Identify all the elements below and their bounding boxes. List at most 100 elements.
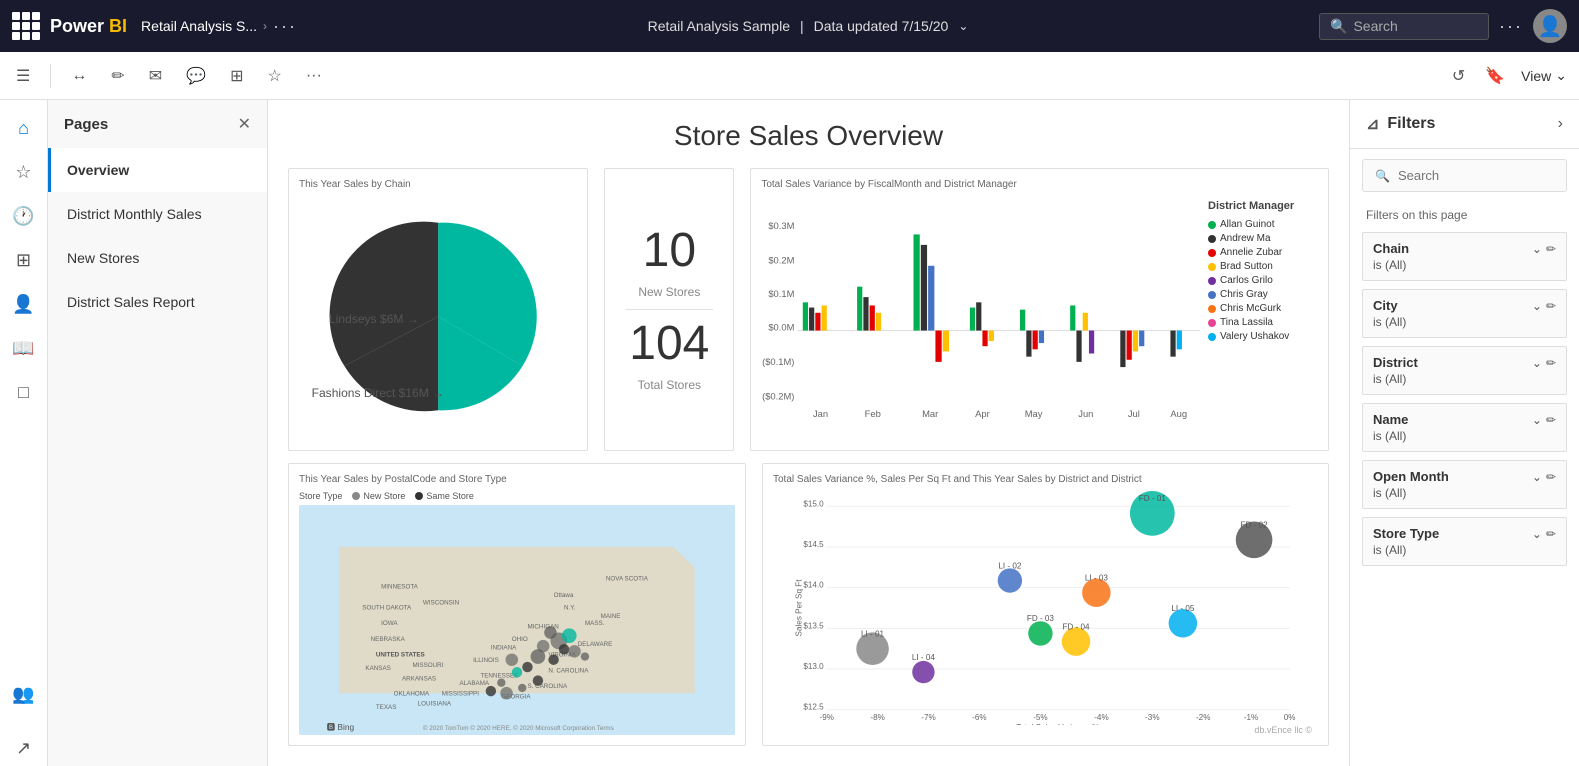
home-icon[interactable]: ⌂: [6, 110, 42, 146]
filter-open-month-clear[interactable]: ✏: [1546, 470, 1556, 484]
svg-text:$14.0: $14.0: [803, 581, 824, 590]
bar-chart-card[interactable]: Total Sales Variance by FiscalMonth and …: [750, 168, 1329, 451]
breadcrumb-more[interactable]: ···: [273, 16, 297, 37]
legend-dot-7: [1208, 319, 1216, 327]
svg-text:NEBRASKA: NEBRASKA: [371, 636, 406, 643]
legend-dot-4: [1208, 277, 1216, 285]
pie-chart-card[interactable]: This Year Sales by Chain Lindseys $6M → …: [288, 168, 588, 451]
back-icon[interactable]: ↔: [67, 63, 91, 89]
filter-open-month[interactable]: Open Month ⌄ ✏ is (All): [1362, 460, 1567, 509]
filter-district-actions: ⌄ ✏: [1532, 356, 1556, 370]
svg-text:$0.0M: $0.0M: [769, 322, 795, 333]
topbar-more-button[interactable]: ···: [1499, 16, 1523, 37]
filter-store-type-actions: ⌄ ✏: [1532, 527, 1556, 541]
undo-icon[interactable]: ↺: [1448, 62, 1469, 90]
recent-icon[interactable]: 🕐: [6, 198, 42, 234]
filters-section-title: Filters on this page: [1350, 202, 1579, 228]
filter-store-type[interactable]: Store Type ⌄ ✏ is (All): [1362, 517, 1567, 566]
filters-expand-icon[interactable]: ›: [1558, 115, 1563, 133]
search-input[interactable]: [1353, 18, 1473, 34]
bookmark-icon[interactable]: 🔖: [1481, 62, 1509, 90]
filter-open-month-name: Open Month: [1373, 469, 1449, 484]
svg-text:-2%: -2%: [1196, 713, 1210, 722]
svg-text:Aug: Aug: [1171, 408, 1188, 419]
data-updated-chevron[interactable]: ⌄: [958, 19, 968, 33]
apps-icon[interactable]: ⊞: [6, 242, 42, 278]
svg-text:© 2020 TomTom © 2020 HERE, © 2: © 2020 TomTom © 2020 HERE, © 2020 Micros…: [423, 724, 614, 732]
filter-store-type-clear[interactable]: ✏: [1546, 527, 1556, 541]
toolbar-separator-1: [50, 64, 51, 88]
chat-icon[interactable]: 💬: [182, 62, 210, 90]
filter-city-clear[interactable]: ✏: [1546, 299, 1556, 313]
legend-item-7: Tina Lassila: [1208, 317, 1318, 328]
waffle-menu[interactable]: [12, 12, 40, 40]
filter-open-month-header[interactable]: Open Month ⌄ ✏: [1373, 469, 1556, 484]
filter-city[interactable]: City ⌄ ✏ is (All): [1362, 289, 1567, 338]
legend-item-2: Annelie Zubar: [1208, 247, 1318, 258]
page-overview[interactable]: Overview: [48, 148, 267, 192]
svg-text:-5%: -5%: [1033, 713, 1047, 722]
admin-icon[interactable]: 👥: [6, 676, 42, 712]
filter-district-clear[interactable]: ✏: [1546, 356, 1556, 370]
filter-chain[interactable]: Chain ⌄ ✏ is (All): [1362, 232, 1567, 281]
mail-icon[interactable]: ✉: [145, 62, 166, 90]
star-icon[interactable]: ☆: [263, 62, 285, 90]
legend-label-4: Carlos Grilo: [1220, 275, 1273, 286]
bubble-chart-card[interactable]: Total Sales Variance %, Sales Per Sq Ft …: [762, 463, 1329, 746]
legend-item-3: Brad Sutton: [1208, 261, 1318, 272]
svg-text:MASS.: MASS.: [585, 620, 605, 627]
pie-label-lindseys: Lindseys $6M →: [329, 312, 419, 326]
filter-city-chevron[interactable]: ⌄: [1532, 299, 1542, 313]
share-icon[interactable]: ⊞: [226, 62, 247, 90]
map-new-store-legend: New Store: [352, 491, 405, 501]
map-svg: MINNESOTA SOUTH DAKOTA WISCONSIN IOWA NE…: [299, 505, 735, 735]
svg-text:-7%: -7%: [921, 713, 935, 722]
topbar-search-box[interactable]: 🔍: [1319, 13, 1489, 40]
bubble-chart-title: Total Sales Variance %, Sales Per Sq Ft …: [773, 474, 1318, 485]
filter-chain-clear[interactable]: ✏: [1546, 242, 1556, 256]
svg-text:$15.0: $15.0: [803, 499, 824, 508]
filter-district[interactable]: District ⌄ ✏ is (All): [1362, 346, 1567, 395]
favorites-icon[interactable]: ☆: [6, 154, 42, 190]
page-district-monthly[interactable]: District Monthly Sales: [48, 192, 267, 236]
svg-text:MINNESOTA: MINNESOTA: [381, 584, 419, 591]
workspaces-icon[interactable]: □: [6, 374, 42, 410]
filters-panel: ⊿ Filters › 🔍 Filters on this page Chain…: [1349, 100, 1579, 766]
filter-open-month-chevron[interactable]: ⌄: [1532, 470, 1542, 484]
map-same-store-legend: Same Store: [415, 491, 474, 501]
page-new-stores[interactable]: New Stores: [48, 236, 267, 280]
filter-store-type-header[interactable]: Store Type ⌄ ✏: [1373, 526, 1556, 541]
map-card[interactable]: This Year Sales by PostalCode and Store …: [288, 463, 746, 746]
filter-city-value: is (All): [1373, 315, 1556, 329]
filter-name-header[interactable]: Name ⌄ ✏: [1373, 412, 1556, 427]
learn-icon[interactable]: 📖: [6, 330, 42, 366]
legend-dot-5: [1208, 291, 1216, 299]
filters-search-input[interactable]: [1398, 168, 1554, 183]
more-icon[interactable]: ···: [302, 63, 326, 89]
pages-close-button[interactable]: ✕: [238, 114, 251, 134]
avatar[interactable]: 👤: [1533, 9, 1567, 43]
filter-city-header[interactable]: City ⌄ ✏: [1373, 298, 1556, 313]
legend-item-6: Chris McGurk: [1208, 303, 1318, 314]
pencil-icon[interactable]: ✏: [107, 62, 128, 90]
expand-icon[interactable]: ↗: [6, 730, 42, 766]
filter-chain-chevron[interactable]: ⌄: [1532, 242, 1542, 256]
filter-chain-header[interactable]: Chain ⌄ ✏: [1373, 241, 1556, 256]
filters-title-group: ⊿ Filters: [1366, 114, 1435, 134]
breadcrumb-name[interactable]: Retail Analysis S...: [141, 18, 257, 34]
filter-name[interactable]: Name ⌄ ✏ is (All): [1362, 403, 1567, 452]
filter-district-chevron[interactable]: ⌄: [1532, 356, 1542, 370]
filter-store-type-chevron[interactable]: ⌄: [1532, 527, 1542, 541]
filter-name-chevron[interactable]: ⌄: [1532, 413, 1542, 427]
svg-text:($0.2M): ($0.2M): [762, 390, 794, 401]
map-store-type-label: Store Type: [299, 491, 342, 501]
view-button[interactable]: View ⌄: [1521, 67, 1567, 84]
filter-name-clear[interactable]: ✏: [1546, 413, 1556, 427]
people-icon[interactable]: 👤: [6, 286, 42, 322]
page-district-sales[interactable]: District Sales Report: [48, 280, 267, 324]
map-container[interactable]: MINNESOTA SOUTH DAKOTA WISCONSIN IOWA NE…: [299, 505, 735, 735]
filters-search-box[interactable]: 🔍: [1362, 159, 1567, 192]
filter-district-header[interactable]: District ⌄ ✏: [1373, 355, 1556, 370]
hamburger-icon[interactable]: ☰: [12, 62, 34, 90]
visuals-top-row: This Year Sales by Chain Lindseys $6M → …: [288, 168, 1329, 451]
